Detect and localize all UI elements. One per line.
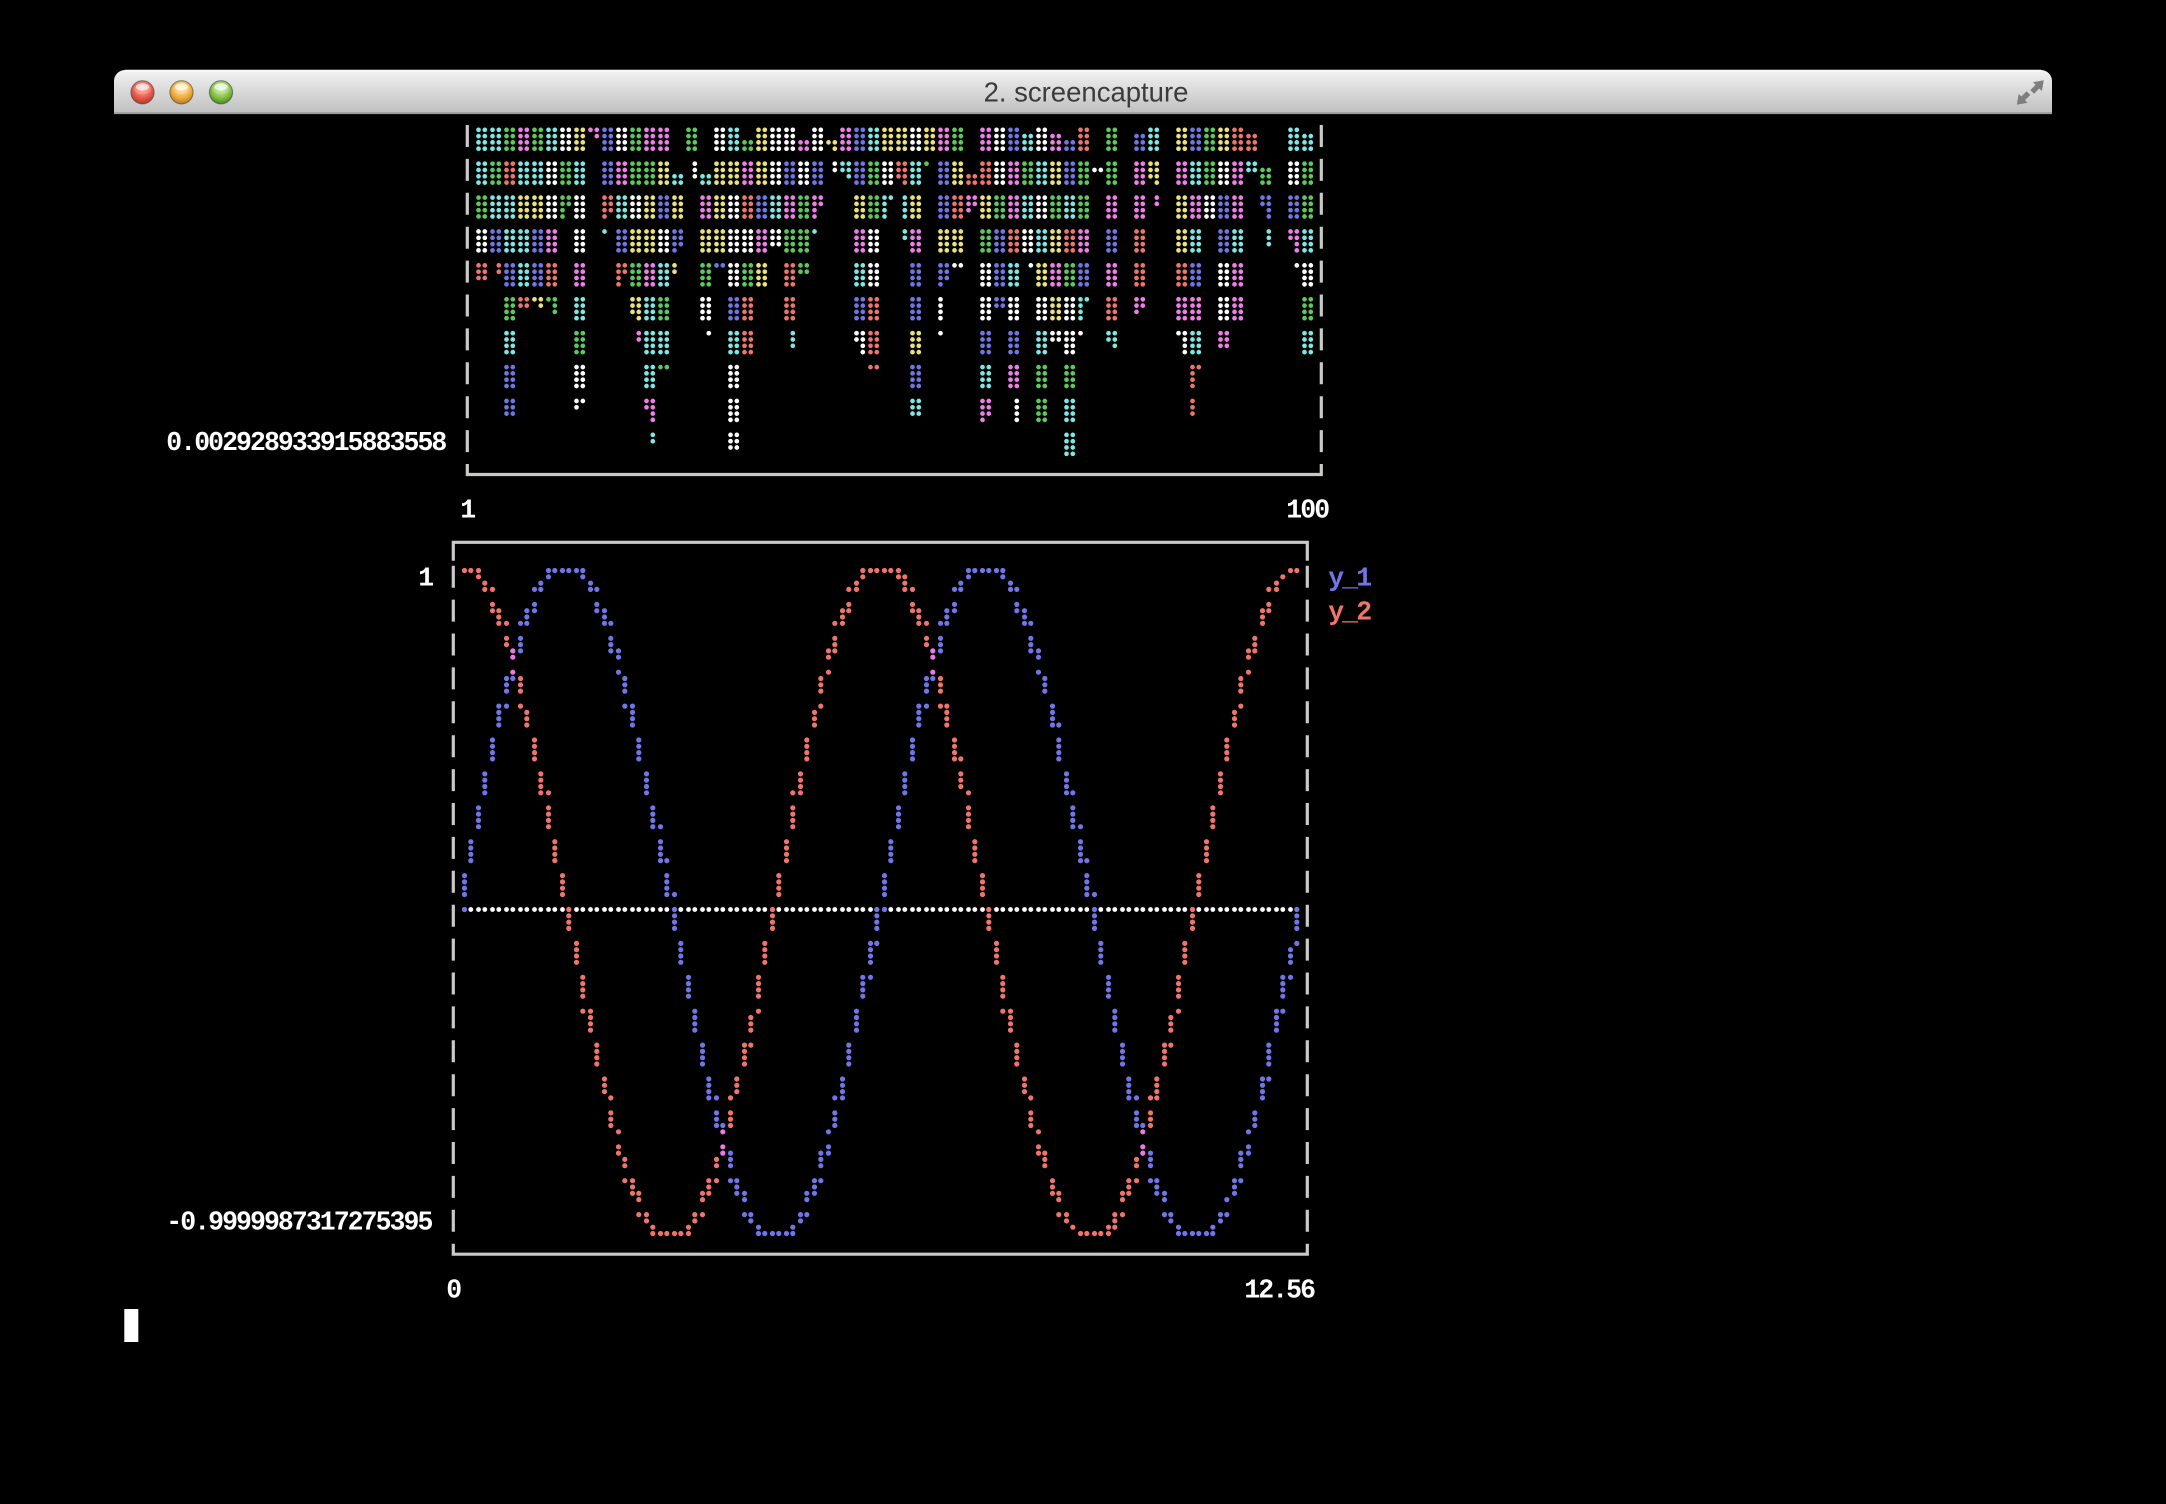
svg-text:y_2: y_2	[1328, 597, 1371, 627]
svg-text:12.56: 12.56	[1244, 1275, 1315, 1305]
svg-text:100: 100	[1286, 496, 1329, 526]
svg-text:y_1: y_1	[1328, 564, 1371, 594]
svg-text:0.002928933915883558: 0.002928933915883558	[166, 428, 446, 458]
svg-text:-0.9999987317275395: -0.9999987317275395	[166, 1208, 432, 1238]
svg-text:1: 1	[460, 496, 475, 526]
svg-text:1: 1	[418, 564, 433, 594]
svg-text:2. screencapture: 2. screencapture	[984, 77, 1189, 108]
svg-text:0: 0	[446, 1275, 461, 1305]
